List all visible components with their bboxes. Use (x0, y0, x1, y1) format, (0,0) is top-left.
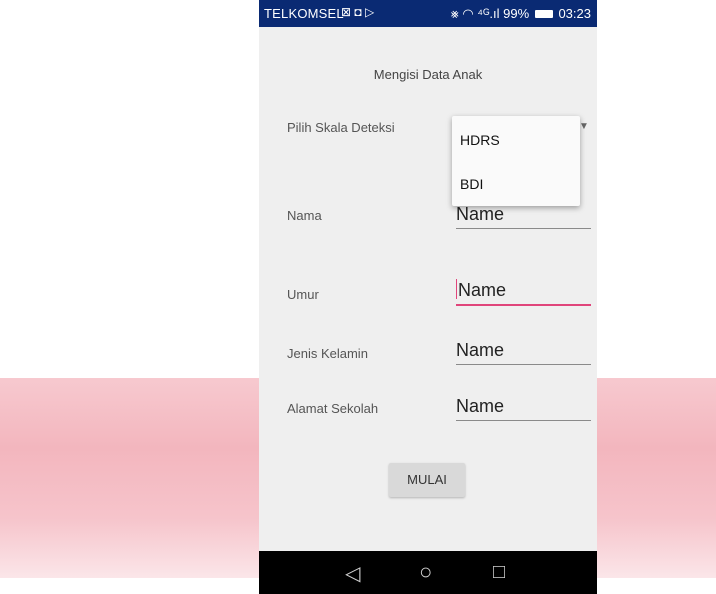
clock: 03:23 (558, 6, 591, 21)
age-field[interactable]: Name (456, 276, 591, 306)
carrier-name: TELKOMSEL (264, 6, 344, 21)
school-address-field-value: Name (456, 396, 505, 416)
status-bar: TELKOMSEL ⊠ ◘ ▷ ⨳ ◠ ⁴ᴳ.ıl 99% 03:23 (259, 0, 597, 27)
navigation-bar: ◁ ○ □ (259, 551, 597, 594)
phone-screen: TELKOMSEL ⊠ ◘ ▷ ⨳ ◠ ⁴ᴳ.ıl 99% 03:23 Meng… (259, 0, 597, 594)
scale-label: Pilih Skala Deteksi (287, 120, 395, 135)
status-right: ⨳ ◠ ⁴ᴳ.ıl 99% 03:23 (451, 6, 591, 22)
dropdown-option-hdrs[interactable]: HDRS (460, 132, 500, 148)
age-field-value: Name (458, 280, 507, 300)
gender-label: Jenis Kelamin (287, 346, 368, 361)
dropdown-option-bdi[interactable]: BDI (460, 176, 483, 192)
battery-icon (534, 9, 553, 18)
start-button[interactable]: MULAI (389, 463, 465, 497)
recent-apps-icon[interactable]: □ (493, 561, 505, 584)
name-label: Nama (287, 208, 322, 223)
school-address-label: Alamat Sekolah (287, 401, 379, 416)
text-cursor (456, 279, 457, 299)
back-icon[interactable]: ◁ (345, 561, 360, 586)
age-label: Umur (287, 287, 319, 302)
scale-dropdown-menu: HDRS BDI (452, 116, 580, 206)
battery-percent: 99% (503, 6, 530, 21)
gender-field-value: Name (456, 340, 505, 360)
gender-field[interactable]: Name (456, 336, 591, 365)
dropdown-arrow-icon[interactable]: ▼ (579, 121, 589, 132)
name-field-value: Name (456, 204, 505, 224)
signal-icons: ⨳ ◠ ⁴ᴳ.ıl (450, 6, 500, 21)
page-title: Mengisi Data Anak (373, 67, 483, 82)
notification-icons: ⊠ ◘ ▷ (341, 5, 375, 19)
school-address-field[interactable]: Name (456, 392, 591, 421)
home-icon[interactable]: ○ (419, 559, 432, 585)
